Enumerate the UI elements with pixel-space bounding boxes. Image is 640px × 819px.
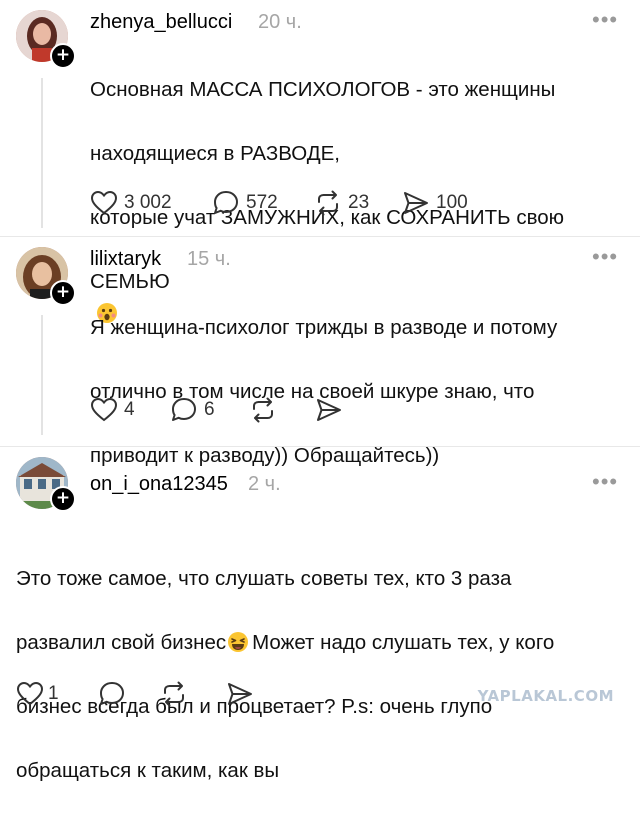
like-count: 4 — [124, 399, 135, 420]
more-options-icon[interactable]: ••• — [592, 244, 618, 270]
post-text-line: Может надо слушать тех, у кого — [252, 631, 555, 654]
post-text-line: Я женщина-психолог трижды в разводе и по… — [90, 316, 558, 339]
send-icon — [404, 192, 428, 214]
send-icon — [317, 399, 341, 421]
heart-icon — [90, 190, 118, 215]
comment-count: 6 — [204, 399, 215, 420]
watermark: YAPLAKAL.COM — [477, 687, 614, 705]
like-button[interactable]: 1 — [16, 681, 59, 707]
post-text-line: находящиеся в РАЗВОДЕ, — [90, 142, 340, 165]
share-button[interactable]: 100 — [402, 190, 468, 216]
comment-button[interactable] — [98, 681, 126, 707]
share-count: 100 — [436, 192, 468, 213]
post-text: Это тоже самое, что слушать советы тех, … — [16, 531, 636, 819]
follow-plus-icon[interactable]: + — [50, 43, 76, 69]
comment-icon — [214, 191, 238, 214]
post-text-line: Это тоже самое, что слушать советы тех, … — [16, 567, 512, 590]
more-options-icon[interactable]: ••• — [592, 7, 618, 33]
laughing-face-icon — [228, 632, 249, 652]
repost-icon — [318, 190, 338, 216]
username[interactable]: zhenya_bellucci — [90, 11, 232, 34]
follow-plus-icon[interactable]: + — [50, 280, 76, 306]
like-button[interactable]: 4 — [90, 397, 135, 423]
thread-line — [41, 78, 43, 228]
like-count: 1 — [48, 683, 59, 704]
post-text-line: развалил свой бизнес — [16, 631, 227, 654]
post-text-line: обращаться к таким, как вы — [16, 759, 280, 782]
send-icon — [228, 683, 252, 705]
timestamp: 20 ч. — [258, 11, 302, 33]
more-options-icon[interactable]: ••• — [592, 469, 618, 495]
username[interactable]: on_i_ona12345 — [90, 473, 228, 496]
post-lilixtaryk: + lilixtaryk 15 ч. ••• Я женщина-психоло… — [0, 237, 640, 467]
timestamp: 2 ч. — [248, 473, 281, 495]
username[interactable]: lilixtaryk — [90, 248, 161, 271]
repost-button[interactable]: 23 — [314, 190, 369, 216]
heart-icon — [90, 397, 118, 422]
share-button[interactable] — [315, 397, 343, 423]
repost-icon — [164, 681, 184, 707]
comment-button[interactable]: 6 — [170, 397, 215, 423]
comment-icon — [100, 682, 124, 705]
follow-plus-icon[interactable]: + — [50, 486, 76, 512]
share-button[interactable] — [226, 681, 254, 707]
post-zhenya: + zhenya_bellucci 20 ч. ••• Основная МАС… — [0, 0, 640, 323]
timestamp: 15 ч. — [187, 248, 231, 270]
comment-icon — [172, 398, 196, 421]
repost-button[interactable] — [160, 681, 188, 707]
post-text-line: Основная МАССА ПСИХОЛОГОВ - это женщины — [90, 78, 556, 101]
like-button[interactable]: 3 002 — [90, 190, 172, 216]
repost-count: 23 — [348, 192, 370, 213]
comment-count: 572 — [246, 192, 278, 213]
comment-button[interactable]: 572 — [212, 190, 278, 216]
heart-icon — [16, 681, 44, 706]
thread-line — [41, 315, 43, 435]
post-on-i-ona: + on_i_ona12345 2 ч. ••• Это тоже самое,… — [0, 447, 640, 782]
repost-icon — [253, 397, 273, 423]
repost-button[interactable] — [249, 397, 277, 423]
like-count: 3 002 — [124, 192, 172, 213]
